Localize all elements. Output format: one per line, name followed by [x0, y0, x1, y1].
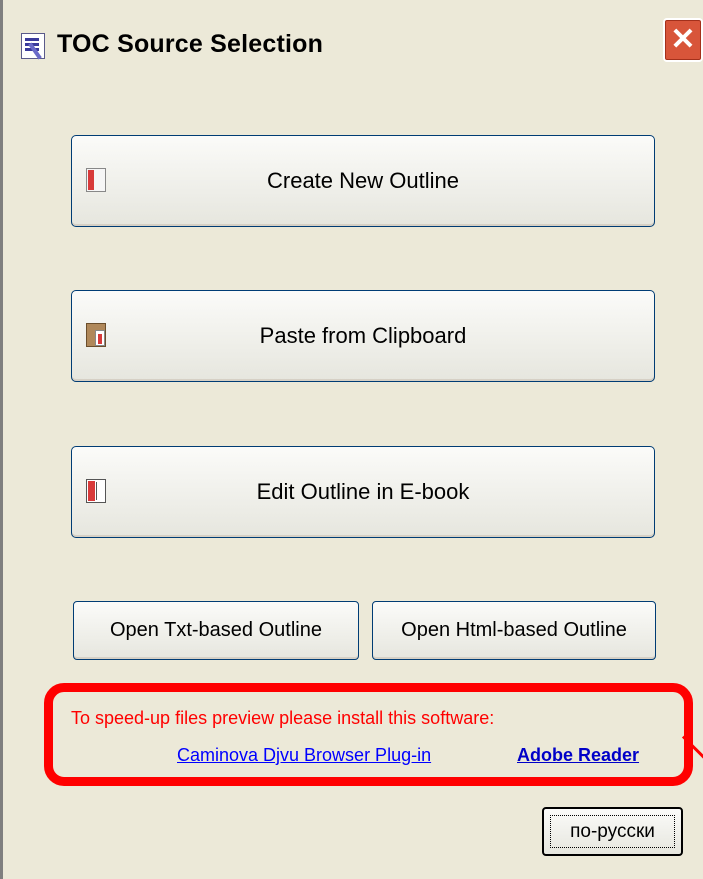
create-new-outline-button[interactable]: Create New Outline [71, 135, 655, 227]
edit-outline-in-ebook-label: Edit Outline in E-book [256, 479, 470, 504]
open-txt-outline-button[interactable]: Open Txt-based Outline [73, 601, 359, 660]
edit-outline-in-ebook-button[interactable]: Edit Outline in E-book [71, 446, 655, 538]
close-button[interactable]: ✕ [663, 18, 703, 62]
djvu-plugin-link[interactable]: Caminova Djvu Browser Plug-in [177, 745, 431, 766]
app-icon [21, 33, 45, 59]
notice-text: To speed-up files preview please install… [71, 708, 495, 728]
paste-from-clipboard-button[interactable]: Paste from Clipboard [71, 290, 655, 382]
title-bar[interactable]: TOC Source Selection ✕ [3, 0, 703, 88]
window-title: TOC Source Selection [57, 30, 324, 58]
create-new-outline-label: Create New Outline [267, 168, 459, 193]
notice-highlight-box [44, 683, 693, 786]
adobe-reader-link[interactable]: Adobe Reader [517, 745, 639, 766]
focus-indicator [550, 815, 675, 848]
dialog-window: TOC Source Selection ✕ Create New Outlin… [0, 0, 703, 879]
paste-from-clipboard-label: Paste from Clipboard [259, 323, 467, 348]
language-toggle-button[interactable]: по-русски [542, 807, 683, 856]
close-icon: ✕ [670, 23, 696, 56]
open-html-outline-button[interactable]: Open Html-based Outline [372, 601, 656, 660]
